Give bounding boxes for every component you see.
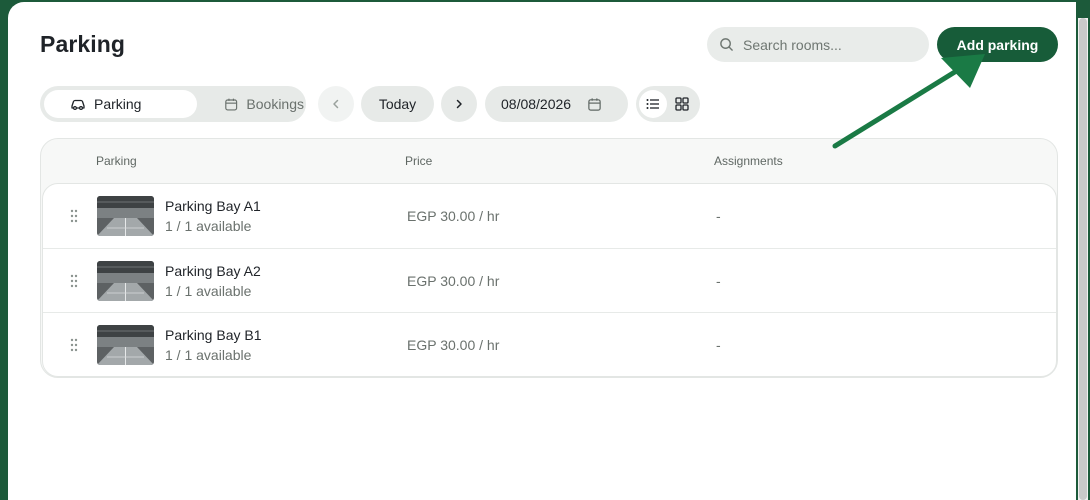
parking-price: EGP 30.00 / hr: [407, 337, 500, 353]
view-mode-toggle: [636, 86, 700, 122]
next-day-button[interactable]: [441, 86, 477, 122]
today-button[interactable]: Today: [361, 86, 434, 122]
parking-table: Parking Price Assignments Parking Bay A1…: [40, 138, 1058, 378]
calendar-icon: [225, 98, 238, 110]
drag-handle-icon[interactable]: [70, 274, 78, 288]
parking-assignments: -: [716, 272, 721, 289]
table-header: Parking Price Assignments: [41, 139, 1057, 183]
scrollbar-thumb[interactable]: [1079, 18, 1087, 500]
grid-view-button[interactable]: [668, 90, 696, 118]
date-picker[interactable]: 08/08/2026: [485, 86, 628, 122]
parking-assignments: -: [716, 337, 721, 353]
search-placeholder: Search rooms...: [743, 36, 842, 53]
parking-availability: 1 / 1 available: [165, 347, 252, 363]
parking-name: Parking Bay A1: [165, 198, 261, 214]
previous-day-button[interactable]: [318, 86, 354, 122]
parking-name: Parking Bay A2: [165, 262, 261, 279]
tab-bookings[interactable]: Bookings: [194, 90, 304, 118]
parking-name: Parking Bay B1: [165, 327, 262, 343]
calendar-icon: [588, 97, 601, 111]
list-icon: [646, 99, 659, 109]
parking-assignments: -: [716, 208, 721, 224]
drag-handle-icon[interactable]: [70, 338, 78, 352]
tab-bookings-label: Bookings: [246, 96, 304, 112]
parking-price: EGP 30.00 / hr: [407, 272, 500, 289]
column-header-price: Price: [405, 154, 433, 168]
main-panel: Parking Search rooms... Add parking Park…: [8, 2, 1076, 500]
car-icon: [71, 99, 85, 111]
tab-parking[interactable]: Parking: [44, 90, 197, 118]
tab-parking-label: Parking: [94, 96, 142, 112]
table-body: Parking Bay A1 1 / 1 available EGP 30.00…: [42, 183, 1057, 377]
parking-availability: 1 / 1 available: [165, 282, 252, 299]
parking-availability: 1 / 1 available: [165, 218, 252, 234]
scrollbar[interactable]: [1078, 18, 1088, 500]
drag-handle-icon[interactable]: [70, 209, 78, 223]
view-tabs: Parking Bookings: [40, 86, 306, 122]
parking-thumbnail: [97, 260, 154, 301]
column-header-assignments: Assignments: [714, 154, 783, 168]
add-parking-button[interactable]: Add parking: [937, 27, 1058, 62]
list-view-button[interactable]: [639, 90, 667, 118]
table-row[interactable]: Parking Bay A1 1 / 1 available EGP 30.00…: [43, 184, 1056, 249]
date-value: 08/08/2026: [501, 96, 572, 112]
parking-thumbnail: [97, 196, 154, 236]
grid-icon: [675, 97, 689, 111]
chevron-left-icon: [333, 99, 339, 109]
table-row[interactable]: Parking Bay A2 1 / 1 available EGP 30.00…: [43, 249, 1056, 313]
parking-thumbnail: [97, 325, 154, 365]
search-input[interactable]: Search rooms...: [707, 27, 929, 62]
column-header-parking: Parking: [96, 154, 137, 168]
chevron-right-icon: [456, 99, 462, 109]
search-icon: [720, 38, 733, 51]
page-title: Parking: [40, 31, 126, 57]
table-row[interactable]: Parking Bay B1 1 / 1 available EGP 30.00…: [43, 313, 1056, 376]
parking-price: EGP 30.00 / hr: [407, 208, 500, 224]
